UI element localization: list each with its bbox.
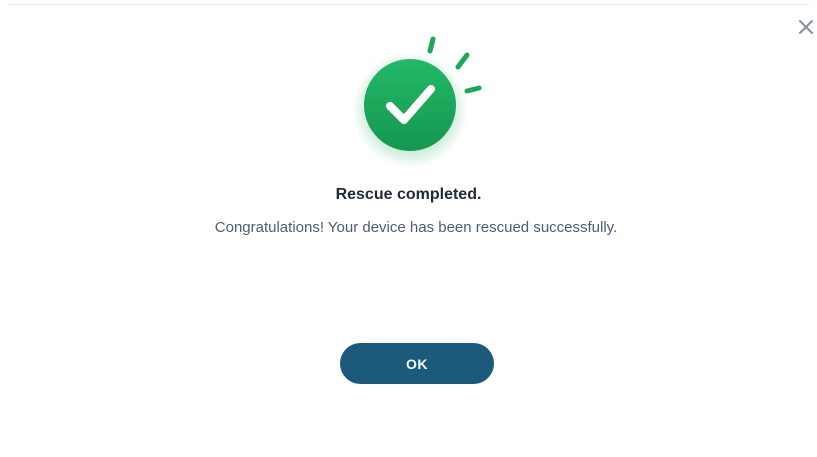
dialog-top-border — [8, 4, 809, 5]
checkmark-success-icon — [340, 30, 500, 170]
rescue-complete-dialog: Rescue completed. Congratulations! Your … — [0, 0, 817, 457]
close-button[interactable] — [795, 16, 817, 38]
dialog-message: Congratulations! Your device has been re… — [214, 219, 618, 236]
close-icon — [799, 20, 813, 34]
dialog-title: Rescue completed. — [335, 186, 482, 203]
ok-button[interactable]: OK — [340, 343, 494, 384]
